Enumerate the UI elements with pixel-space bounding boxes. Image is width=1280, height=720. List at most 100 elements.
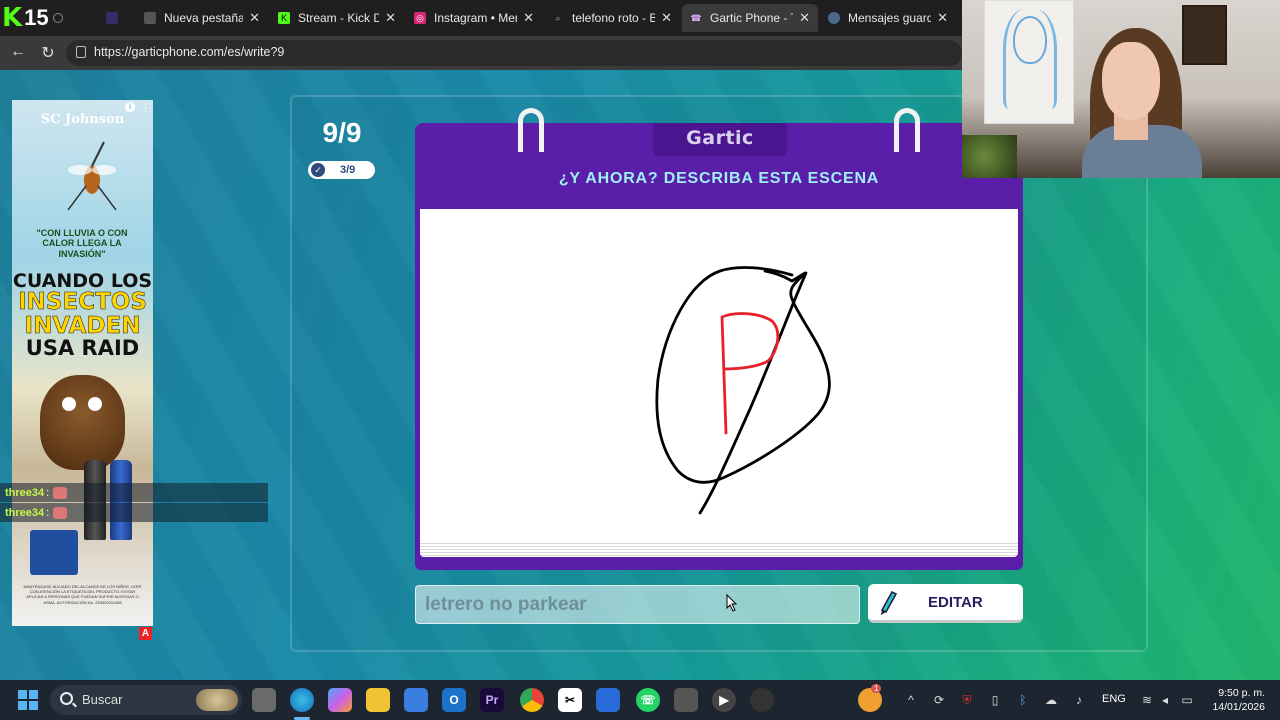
capcut-icon[interactable]: ✂ <box>558 688 582 712</box>
copilot-icon[interactable] <box>328 688 352 712</box>
outlook-icon[interactable]: O <box>442 688 466 712</box>
wall-drawing-face <box>1013 16 1047 64</box>
players-done-badge: ✓ 3/9 <box>308 161 375 179</box>
windows-start-icon[interactable] <box>18 690 38 710</box>
media-player-icon[interactable]: ▶ <box>712 688 736 712</box>
search-highlight-image <box>196 689 238 711</box>
obs-icon[interactable] <box>750 688 774 712</box>
clock-date: 14/01/2026 <box>1212 701 1265 713</box>
wall-frame <box>1182 5 1227 65</box>
binder-ring-icon <box>894 108 920 156</box>
close-icon[interactable]: ✕ <box>661 10 672 26</box>
chat-message: three34 : <box>0 503 268 522</box>
tab-gartic-phone[interactable]: ☎ Gartic Phone - Tele ✕ <box>682 4 818 32</box>
usb-icon[interactable]: ▯ <box>988 693 1002 707</box>
telegram-icon <box>828 12 840 24</box>
notification-badge: 1 <box>871 684 882 693</box>
drawing-letter-p <box>720 312 780 435</box>
bluetooth-icon[interactable]: ᛒ <box>1016 693 1030 707</box>
tab-telegram[interactable]: Mensajes guardad ✕ <box>820 4 956 32</box>
whatsapp-icon[interactable]: ☏ <box>636 688 660 712</box>
folder-icon[interactable] <box>366 688 390 712</box>
chrome-icon[interactable] <box>520 688 544 712</box>
tab-kick-dashboard[interactable]: K Stream - Kick Dash ✕ <box>270 4 404 32</box>
close-icon[interactable]: ✕ <box>799 10 810 26</box>
new-tab-icon <box>144 12 156 24</box>
microphone-icon[interactable]: ♪ <box>1072 693 1086 707</box>
search-icon: ⌕ <box>555 12 561 23</box>
player-drawing <box>655 266 831 515</box>
tab-label: Mensajes guardad <box>848 11 932 25</box>
ad-brand: SC Johnson <box>40 112 125 127</box>
round-counter: 9/9 <box>322 117 362 148</box>
edit-button-label: EDITAR <box>928 593 983 611</box>
ad-menu-icon[interactable]: ⋮ <box>140 101 151 114</box>
tab-label: telefono roto - Bús <box>572 11 656 25</box>
sync-icon[interactable]: ⟳ <box>932 693 946 707</box>
close-icon[interactable]: ✕ <box>385 10 396 26</box>
counter-dot-icon <box>52 13 63 23</box>
system-clock[interactable]: 9:50 p. m. 14/01/2026 <box>1205 686 1265 714</box>
battery-icon[interactable]: ▭ <box>1180 693 1194 707</box>
tab-new-tab[interactable]: Nueva pestaña ✕ <box>136 4 268 32</box>
webcam-overlay <box>962 0 1280 178</box>
binder-ring-icon <box>518 108 544 156</box>
wifi-icon[interactable]: ≋ <box>1140 693 1154 707</box>
ad-headline-line: USA RAID <box>25 336 140 361</box>
scene-prompt: ¿Y AHORA? DESCRIBA ESTA ESCENA <box>558 170 880 187</box>
url-field[interactable]: https://garticphone.com/es/write?9 <box>66 40 962 66</box>
bug-eye <box>62 397 76 411</box>
store-icon[interactable] <box>404 688 428 712</box>
chevron-up-icon[interactable]: ^ <box>904 693 918 707</box>
ad-headline-line: INVADEN <box>24 312 141 339</box>
ad-headline: CUANDO LOS INSECTOS INVADEN USA RAID <box>12 271 153 361</box>
notepad-icon[interactable] <box>674 688 698 712</box>
snipping-icon[interactable] <box>596 688 620 712</box>
close-icon[interactable]: ✕ <box>523 10 534 26</box>
close-icon[interactable]: ✕ <box>937 10 948 26</box>
task-view-icon[interactable] <box>252 688 276 712</box>
volume-icon[interactable]: ◂ <box>1158 693 1172 707</box>
reload-icon[interactable]: ↻ <box>38 43 58 63</box>
site-info-icon[interactable] <box>76 46 86 58</box>
back-arrow-icon[interactable]: ← <box>8 43 28 61</box>
chat-separator: : <box>46 486 50 499</box>
tab-label: Instagram • Mensa <box>434 11 517 25</box>
edge-icon[interactable] <box>290 688 314 712</box>
tab-search[interactable]: ⌕ telefono roto - Bús ✕ <box>544 4 680 32</box>
players-done-count: 3/9 <box>340 164 356 176</box>
tab-instagram[interactable]: ◎ Instagram • Mensa ✕ <box>406 4 542 32</box>
kick-counter: 15 <box>24 5 49 30</box>
chat-separator: : <box>46 506 50 519</box>
kick-icon: K <box>278 12 290 24</box>
edit-button[interactable]: EDITAR <box>868 584 1023 623</box>
check-icon: ✓ <box>311 163 325 177</box>
ad-fine-print: MANTÉNGASE ALEJADO DEL ALCANCE DE LOS NI… <box>23 584 142 605</box>
chat-message: three34 : <box>0 483 268 502</box>
emote-icon <box>53 506 68 519</box>
ad-badge[interactable]: A <box>139 627 152 640</box>
gartic-icon: ☎ <box>690 12 702 23</box>
description-input[interactable] <box>415 585 860 624</box>
mosquito-icon <box>67 141 117 211</box>
taskbar-search[interactable]: Buscar <box>50 685 242 715</box>
drawing-stroke-slash <box>698 271 808 515</box>
drawing-stroke-circle <box>655 266 831 484</box>
language-indicator[interactable]: ENG <box>1102 693 1126 705</box>
streamer-face <box>1102 42 1160 120</box>
tab-pinned[interactable] <box>98 4 118 32</box>
ad-info-icon[interactable]: i <box>125 102 135 112</box>
ad-headline-line: INSECTOS <box>18 289 147 316</box>
close-icon[interactable]: ✕ <box>249 10 260 26</box>
kick-logo-icon: K <box>2 3 23 33</box>
windows-taskbar: Buscar O Pr ✂ ☏ ▶ 1 ^ ⟳ ⛨ ▯ ᛒ ☁ ♪ ENG ≋ … <box>0 680 1280 720</box>
product-box-image <box>30 530 78 575</box>
ad-quote: "CON LLUVIA O CON CALOR LLEGA LA INVASIÓ… <box>36 228 128 259</box>
raid-advertisement[interactable]: SC Johnson "CON LLUVIA O CON CALOR LLEGA… <box>12 100 153 626</box>
kick-counter-overlay: K 15 <box>0 3 72 33</box>
shield-icon[interactable]: ⛨ <box>960 693 974 707</box>
cloud-icon[interactable]: ☁ <box>1044 693 1058 707</box>
wall-drawing <box>984 0 1074 124</box>
browser-tab-bar: K 15 Nueva pestaña ✕ K Stream - Kick Das… <box>0 0 962 36</box>
premiere-icon[interactable]: Pr <box>480 688 504 712</box>
